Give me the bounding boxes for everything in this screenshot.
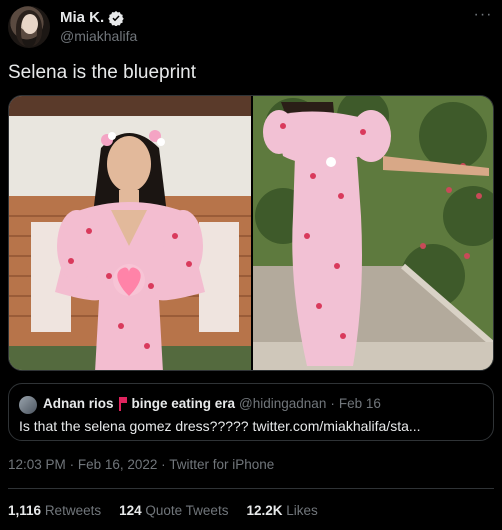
retweets-count: 1,116: [8, 503, 42, 518]
tweet-source[interactable]: Twitter for iPhone: [169, 457, 274, 472]
author-avatar[interactable]: [8, 6, 50, 48]
tweet-image-left[interactable]: [9, 96, 251, 370]
quoted-date: Feb 16: [338, 396, 381, 411]
tweet-media-grid: [8, 95, 494, 371]
tweet-meta: 12:03 PM · Feb 16, 2022 · Twitter for iP…: [8, 457, 274, 472]
tweet-date[interactable]: Feb 16, 2022: [78, 457, 158, 472]
quoted-author-name-suffix: binge eating era: [131, 396, 236, 411]
quoted-author-avatar: [19, 396, 37, 414]
author-handle[interactable]: @miakhalifa: [60, 28, 137, 44]
more-options-icon[interactable]: ···: [472, 7, 494, 26]
quoted-tweet-text: Is that the selena gomez dress????? twit…: [19, 418, 421, 434]
tweet-text: Selena is the blueprint: [8, 62, 197, 83]
divider: [8, 488, 494, 489]
likes-stat[interactable]: 12.2K Likes: [246, 503, 317, 518]
selena-photo-illustration: [9, 96, 251, 370]
quote-tweets-label: Quote Tweets: [145, 503, 229, 518]
meta-separator: ·: [69, 457, 75, 472]
tweet-time[interactable]: 12:03 PM: [8, 457, 66, 472]
author-name-row: Mia K.: [60, 9, 124, 26]
quoted-tweet[interactable]: Adnan rios binge eating era @hidingadnan…: [8, 383, 494, 441]
tweet-header: Mia K. @miakhalifa ···: [8, 6, 494, 50]
avatar-face-shape: [22, 14, 38, 34]
author-display-name[interactable]: Mia K.: [60, 9, 104, 26]
quoted-author-handle: @hidingadnan: [239, 396, 327, 411]
quoted-author-name: Adnan rios: [43, 396, 114, 411]
verified-badge-icon: [108, 10, 124, 26]
quoted-tweet-header: Adnan rios binge eating era @hidingadnan…: [43, 396, 381, 411]
mia-photo-illustration: [253, 96, 493, 370]
tweet-stats: 1,116 Retweets 124 Quote Tweets 12.2K Li…: [8, 503, 318, 518]
meta-separator: ·: [161, 457, 166, 472]
quote-tweets-stat[interactable]: 124 Quote Tweets: [119, 503, 228, 518]
tweet-image-right[interactable]: [253, 96, 493, 370]
likes-count: 12.2K: [246, 503, 283, 518]
quoted-separator: ·: [330, 396, 335, 411]
red-flag-icon: [118, 396, 127, 411]
retweets-label: Retweets: [44, 503, 102, 518]
likes-label: Likes: [286, 503, 318, 518]
retweets-stat[interactable]: 1,116 Retweets: [8, 503, 101, 518]
quote-tweets-count: 124: [119, 503, 142, 518]
